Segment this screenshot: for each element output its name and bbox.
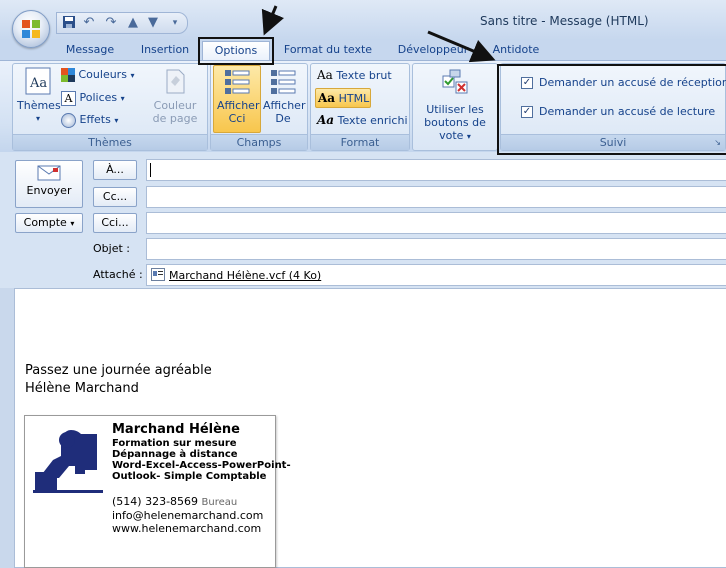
business-card: Marchand Hélène Formation sur mesure Dép… (24, 415, 291, 568)
attache-label: Attaché : (93, 268, 143, 281)
card-phone: (514) 323-8569 (112, 495, 199, 508)
vcard-file-icon (151, 268, 165, 284)
a-button[interactable]: À... (93, 160, 137, 180)
group-themes-label: Thèmes (13, 134, 207, 150)
envoyer-label: Envoyer (26, 184, 72, 197)
group-format-label: Format (311, 134, 409, 150)
arrow-to-options-icon (261, 5, 284, 36)
office-logo-icon (22, 20, 40, 38)
person-at-computer-icon (33, 430, 103, 493)
card-line-2: Dépannage à distance (112, 449, 238, 460)
objet-label: Objet : (93, 242, 130, 255)
group-champs-label: Champs (211, 134, 307, 150)
compte-button[interactable]: Compte ▾ (15, 213, 83, 233)
compte-label: Compte (23, 216, 67, 229)
compte-dropdown-icon: ▾ (70, 219, 75, 228)
objet-field[interactable] (146, 238, 726, 260)
cci-field[interactable] (146, 212, 726, 234)
card-phone-type: Bureau (201, 497, 238, 508)
card-line-4: Outlook- Simple Comptable (112, 471, 267, 482)
office-button[interactable] (12, 10, 50, 48)
attachment-field: Marchand Hélène.vcf (4 Ko) (146, 264, 726, 286)
attachment-link[interactable]: Marchand Hélène.vcf (4 Ko) (169, 269, 321, 282)
text-cursor (150, 163, 151, 177)
send-envelope-icon (37, 165, 61, 181)
cci-button[interactable]: Cci... (93, 213, 137, 233)
card-email[interactable]: info@helenemarchand.com (112, 509, 263, 522)
body-line-1: Passez une journée agréable (25, 363, 212, 378)
card-phone-row: (514) 323-8569 Bureau (112, 495, 237, 508)
body-line-2: Hélène Marchand (25, 381, 139, 396)
annotation-arrows (261, 5, 496, 63)
envoyer-button[interactable]: Envoyer (15, 160, 83, 208)
a-field[interactable] (146, 159, 726, 181)
card-name: Marchand Hélène (112, 422, 240, 437)
arrow-to-suivi-icon (427, 30, 496, 63)
vote-dropdown-icon: ▾ (466, 132, 471, 141)
cc-button[interactable]: Cc... (93, 187, 137, 207)
card-line-3: Word-Excel-Access-PowerPoint- (112, 460, 291, 471)
card-line-1: Formation sur mesure (112, 438, 237, 449)
card-website[interactable]: www.helenemarchand.com (112, 522, 261, 535)
cc-field[interactable] (146, 186, 726, 208)
